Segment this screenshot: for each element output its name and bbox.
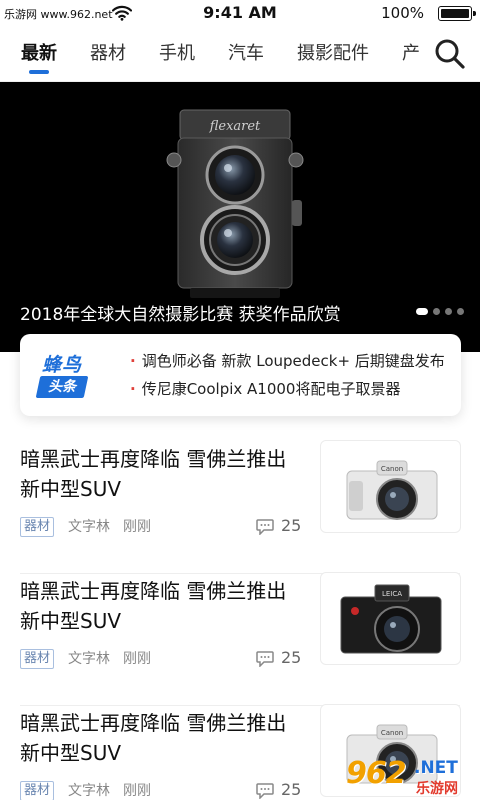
carousel-indicator xyxy=(416,308,464,315)
comment-count: 25 xyxy=(281,516,302,535)
camera-brand: Canon xyxy=(381,465,403,473)
carousel-dot xyxy=(445,308,452,315)
article-time: 刚刚 xyxy=(123,519,151,535)
comment-icon xyxy=(256,519,274,535)
watermark-number: 962 xyxy=(346,756,407,791)
article-thumbnail: LEICA xyxy=(320,572,461,665)
article-item[interactable]: 暗黑武士再度降临 雪佛兰推出新中型SUV 器材 文字林 刚刚 25 LEICA xyxy=(0,572,480,706)
tab-car[interactable]: 汽车 xyxy=(228,28,264,82)
tab-photo-accessories[interactable]: 摄影配件 xyxy=(297,28,369,82)
article-title: 暗黑武士再度降临 雪佛兰推出新中型SUV xyxy=(20,579,287,633)
camera-brand: LEICA xyxy=(382,590,402,598)
fengniao-toutiao-logo: 蜂鸟 头条 xyxy=(35,350,114,400)
logo-text-bottom: 头条 xyxy=(48,379,76,395)
carousel-dot xyxy=(433,308,440,315)
watermark-chinese: 乐游网 xyxy=(416,781,458,797)
logo-badge: 头条 xyxy=(35,376,89,398)
carousel-dot xyxy=(457,308,464,315)
category-tag: 器材 xyxy=(20,517,55,537)
comment-icon xyxy=(256,651,274,667)
banner-camera-image: flexaret xyxy=(166,109,304,298)
category-tabbar: 最新 器材 手机 汽车 摄影配件 产品 xyxy=(0,28,480,82)
hero-banner[interactable]: flexaret 2018年全球大自然摄影比赛 获奖作品欣赏 xyxy=(0,82,480,352)
watermark-domain: .NET xyxy=(414,758,458,778)
battery-icon xyxy=(438,6,476,21)
tab-latest[interactable]: 最新 xyxy=(21,28,57,82)
camera-thumbnail-image: Canon xyxy=(346,460,438,520)
category-tag: 器材 xyxy=(20,649,55,669)
article-time: 刚刚 xyxy=(123,783,151,799)
headline-card: 蜂鸟 头条 调色师必备 新款 Loupedeck+ 后期键盘发布 传尼康Cool… xyxy=(20,334,461,416)
category-tabs: 最新 器材 手机 汽车 摄影配件 产品 xyxy=(0,28,420,82)
comment-count: 25 xyxy=(281,648,302,667)
carousel-dot xyxy=(416,308,428,315)
article-time: 刚刚 xyxy=(123,651,151,667)
battery-fill xyxy=(441,9,469,18)
tab-equipment[interactable]: 器材 xyxy=(90,28,126,82)
camera-brand: flexaret xyxy=(209,119,261,134)
tab-products[interactable]: 产品 xyxy=(402,28,420,82)
article-author: 文字林 xyxy=(68,519,110,535)
article-author: 文字林 xyxy=(68,651,110,667)
search-icon[interactable] xyxy=(432,36,468,72)
battery-percent: 100% xyxy=(381,4,424,22)
headline-item[interactable]: 传尼康Coolpix A1000将配电子取景器 xyxy=(130,378,401,399)
camera-thumbnail-image: LEICA xyxy=(340,584,442,654)
article-item[interactable]: 暗黑武士再度降临 雪佛兰推出新中型SUV 器材 文字林 刚刚 25 Canon xyxy=(0,440,480,574)
article-author: 文字林 xyxy=(68,783,110,799)
comment-icon xyxy=(256,783,274,799)
headline-item[interactable]: 调色师必备 新款 Loupedeck+ 后期键盘发布 xyxy=(130,350,445,371)
tab-phone[interactable]: 手机 xyxy=(159,28,195,82)
logo-text-top: 蜂鸟 xyxy=(42,354,83,376)
article-title: 暗黑武士再度降临 雪佛兰推出新中型SUV xyxy=(20,711,287,765)
article-title: 暗黑武士再度降临 雪佛兰推出新中型SUV xyxy=(20,447,287,501)
banner-caption: 2018年全球大自然摄影比赛 获奖作品欣赏 xyxy=(20,305,341,325)
category-tag: 器材 xyxy=(20,781,55,800)
article-thumbnail: Canon xyxy=(320,440,461,533)
comment-count: 25 xyxy=(281,780,302,799)
status-bar: 乐游网 www.962.net 9:41 AM 100% xyxy=(0,0,480,28)
site-watermark: 962 .NET 乐游网 xyxy=(344,756,476,798)
camera-brand: Canon xyxy=(381,729,403,737)
